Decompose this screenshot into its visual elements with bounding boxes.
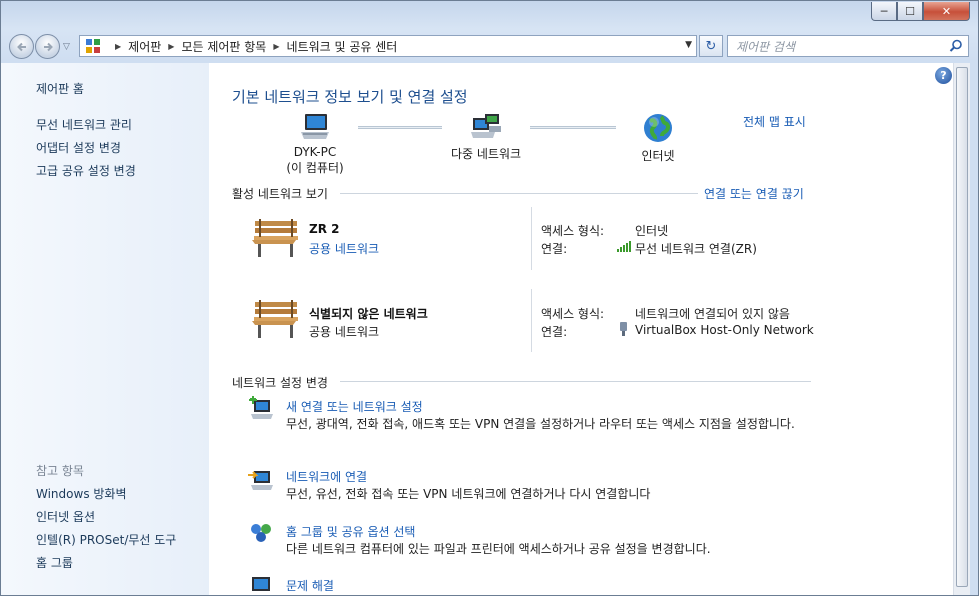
signal-bars-icon [617, 241, 631, 252]
access-type-label: 액세스 형식: [541, 224, 605, 238]
pc-subtitle: (이 컴퓨터) [286, 161, 344, 175]
sidebar-item-internet-options[interactable]: 인터넷 옵션 [36, 508, 95, 525]
sidebar-item-firewall[interactable]: Windows 방화벽 [36, 485, 127, 502]
troubleshoot-link[interactable]: 문제 해결 [286, 577, 334, 595]
connect-to-network-link[interactable]: 네트워크에 연결 [286, 468, 367, 485]
access-type-value: 네트워크에 연결되어 있지 않음 [635, 307, 790, 321]
connection-label: 연결: [541, 242, 568, 256]
sidebar-item-wireless[interactable]: 무선 네트워크 관리 [36, 116, 132, 133]
map-connector [358, 126, 442, 129]
breadcrumb-control-panel[interactable]: 제어판 [128, 38, 161, 55]
search-placeholder: 제어판 검색 [736, 39, 796, 54]
new-connection-icon [249, 396, 273, 419]
help-button[interactable]: ? [935, 67, 952, 84]
network-name: 식별되지 않은 네트워크 [309, 307, 428, 321]
section-divider [340, 193, 698, 194]
see-also-heading: 참고 항목 [36, 464, 84, 478]
forward-button[interactable] [35, 34, 60, 59]
access-type-value: 인터넷 [635, 224, 669, 238]
maximize-button[interactable]: ☐ [897, 2, 923, 21]
breadcrumb-separator[interactable]: ▶ [168, 42, 174, 51]
network-label: 다중 네트워크 [450, 147, 522, 161]
breadcrumb-separator[interactable]: ▶ [115, 42, 121, 51]
pc-name: DYK-PC [293, 145, 337, 159]
multiple-networks-icon [471, 114, 501, 138]
breadcrumb-separator[interactable]: ▶ [273, 42, 279, 51]
homegroup-icon [251, 524, 271, 542]
breadcrumb-network-center[interactable]: 네트워크 및 공유 센터 [287, 38, 398, 55]
back-button[interactable] [9, 34, 34, 59]
close-button[interactable]: ✕ [923, 2, 970, 21]
connection-label: 연결: [541, 325, 568, 339]
nav-buttons: ▽ [9, 34, 70, 59]
internet-label: 인터넷 [641, 149, 675, 163]
bench-icon [252, 219, 298, 257]
sidebar-item-proset[interactable]: 인텔(R) PROSet/무선 도구 [36, 531, 176, 548]
refresh-button[interactable]: ↻ [699, 35, 723, 57]
search-icon[interactable] [949, 39, 963, 53]
map-node-internet[interactable]: 인터넷 [628, 112, 688, 164]
homegroup-sharing-description: 다른 네트워크 컴퓨터에 있는 파일과 프린터에 액세스하거나 공유 설정을 변… [286, 542, 711, 556]
map-connector [530, 126, 616, 129]
scroll-thumb[interactable] [956, 67, 968, 587]
wireless-connection-link[interactable]: 무선 네트워크 연결(ZR) [635, 240, 757, 257]
address-dropdown[interactable]: ▼ [685, 40, 692, 50]
active-networks-heading: 활성 네트워크 보기 [232, 187, 328, 201]
section-divider [340, 381, 811, 382]
sidebar-home-link[interactable]: 제어판 홈 [36, 80, 84, 97]
troubleshoot-icon [252, 577, 270, 591]
forward-arrow-icon [43, 42, 53, 51]
sidebar-item-homegroup[interactable]: 홈 그룹 [36, 554, 73, 571]
vertical-divider [531, 289, 532, 352]
recent-pages-dropdown[interactable]: ▽ [63, 42, 70, 52]
computer-icon [301, 114, 329, 139]
new-connection-link[interactable]: 새 연결 또는 네트워크 설정 [286, 398, 423, 415]
bench-icon [252, 300, 298, 338]
map-node-pc[interactable]: DYK-PC (이 컴퓨터) [285, 112, 345, 176]
vertical-scrollbar[interactable] [953, 63, 970, 595]
control-panel-icon [84, 38, 102, 54]
sidebar-item-adapter[interactable]: 어댑터 설정 변경 [36, 139, 121, 156]
minimize-button[interactable]: ─ [871, 2, 897, 21]
vertical-divider [531, 207, 532, 270]
address-bar[interactable]: ▶ 제어판 ▶ 모든 제어판 항목 ▶ 네트워크 및 공유 센터 ▼ [79, 35, 697, 57]
access-type-label: 액세스 형식: [541, 307, 605, 321]
breadcrumb-all-items[interactable]: 모든 제어판 항목 [181, 38, 266, 55]
globe-icon [644, 114, 672, 142]
title-bar[interactable]: ─ ☐ ✕ [1, 1, 978, 31]
network-name: ZR 2 [309, 222, 340, 236]
map-node-network[interactable]: 다중 네트워크 [446, 112, 526, 162]
window-border [970, 63, 978, 595]
back-arrow-icon [16, 42, 26, 51]
change-settings-heading: 네트워크 설정 변경 [232, 376, 328, 390]
sidebar-item-sharing[interactable]: 고급 공유 설정 변경 [36, 162, 136, 179]
full-map-link[interactable]: 전체 맵 표시 [743, 113, 806, 130]
page-title: 기본 네트워크 정보 보기 및 연결 설정 [232, 88, 468, 106]
network-type-link[interactable]: 공용 네트워크 [309, 240, 379, 257]
new-connection-description: 무선, 광대역, 전화 접속, 애드혹 또는 VPN 연결을 설정하거나 라우터… [286, 417, 795, 431]
network-type: 공용 네트워크 [309, 325, 380, 339]
homegroup-sharing-link[interactable]: 홈 그룹 및 공유 옵션 선택 [286, 523, 415, 540]
connect-network-icon [248, 471, 273, 490]
search-input[interactable]: 제어판 검색 [727, 35, 969, 57]
virtualbox-connection-link[interactable]: VirtualBox Host-Only Network [635, 323, 814, 337]
connect-to-network-description: 무선, 유선, 전화 접속 또는 VPN 네트워크에 연결하거나 다시 연결합니… [286, 487, 651, 501]
connect-disconnect-link[interactable]: 연결 또는 연결 끊기 [704, 185, 804, 202]
ethernet-adapter-icon [620, 322, 627, 336]
